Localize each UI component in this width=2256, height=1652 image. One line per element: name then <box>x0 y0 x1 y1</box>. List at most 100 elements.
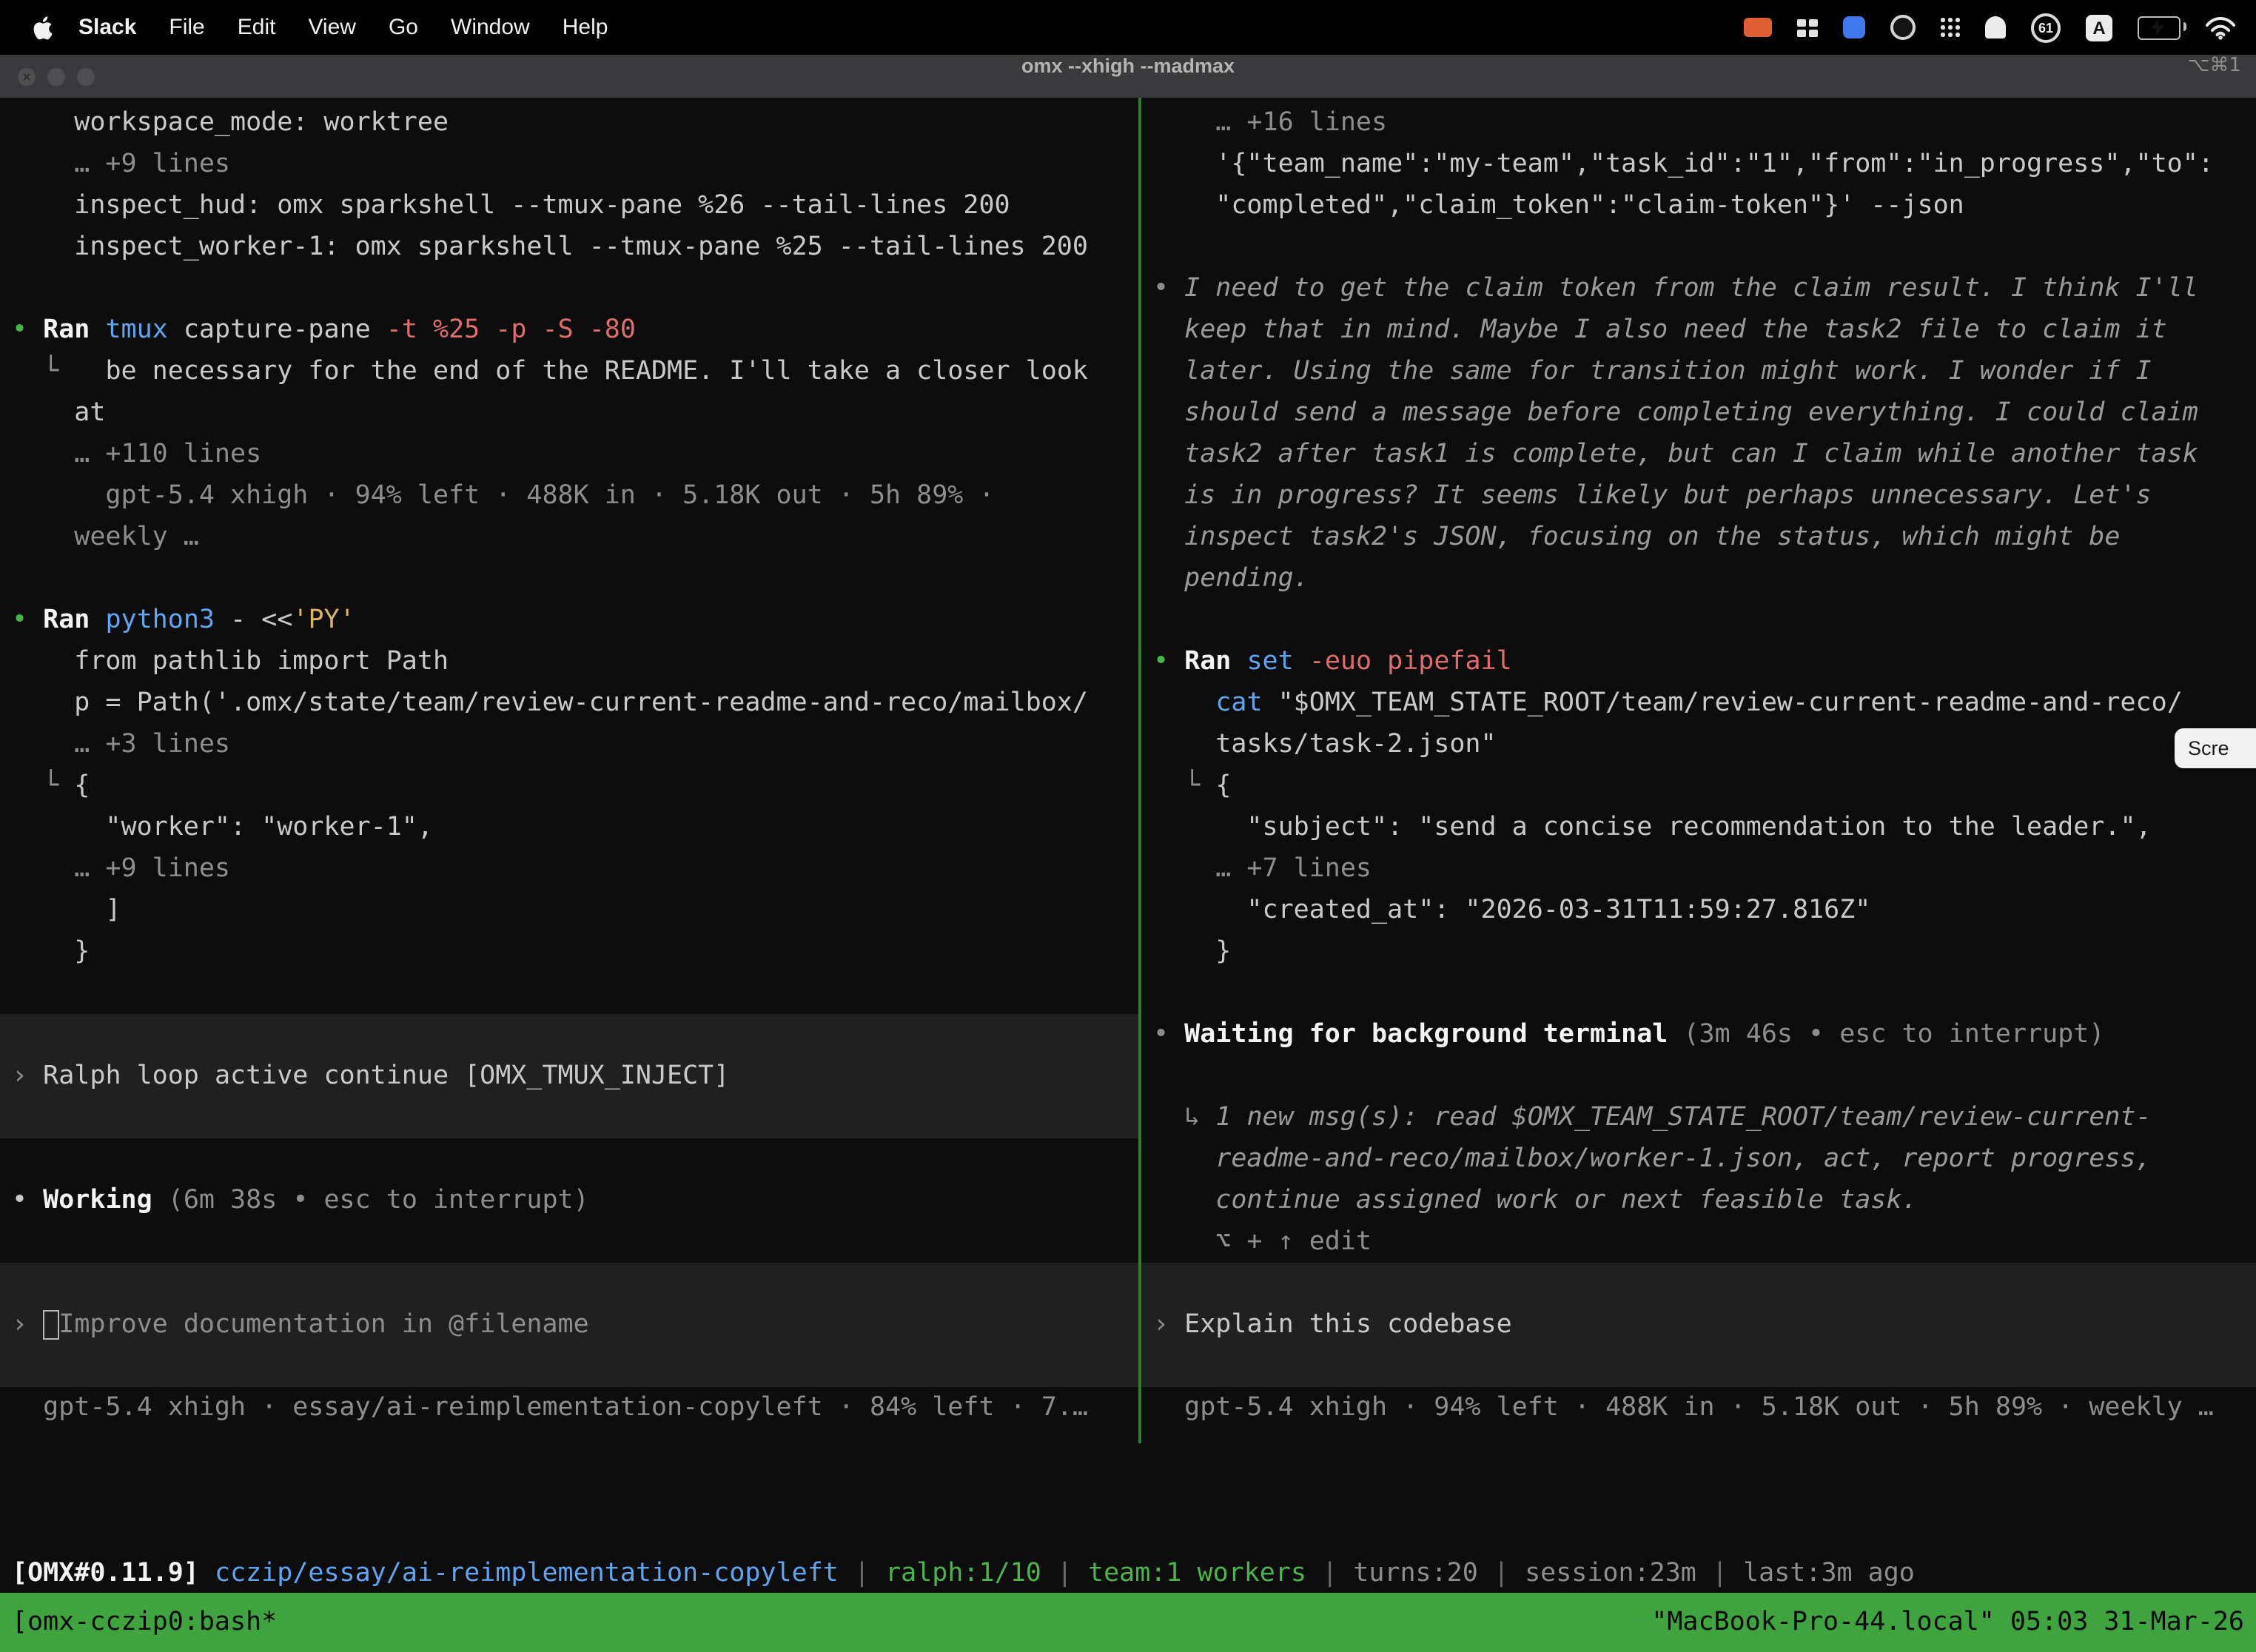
terminal-line: [OMX#0.11.9] cczip/essay/ai-reimplementa… <box>12 1553 2256 1593</box>
text-segment: Ran <box>43 315 105 345</box>
text-segment: set <box>1246 647 1293 676</box>
window-shortcut-hint: ⌥⌘1 <box>2187 55 2241 77</box>
menu-items: SlackFileEditViewGoWindowHelp <box>62 15 624 40</box>
window-title: omx --xhigh --madmax <box>0 55 2256 77</box>
terminal-line <box>0 1263 1138 1304</box>
menu-item-slack[interactable]: Slack <box>62 15 152 40</box>
text-segment: I need to get the claim token from the c… <box>1184 274 2198 303</box>
terminal-line: readme-and-reco/mailbox/worker-1.json, a… <box>1153 1138 2244 1180</box>
text-segment: Ran <box>43 605 105 635</box>
menu-bar-left: SlackFileEditViewGoWindowHelp <box>0 0 624 55</box>
text-segment: session:23m <box>1525 1559 1696 1588</box>
text-segment: (6m 38s • esc to interrupt) <box>152 1186 589 1215</box>
menu-item-view[interactable]: View <box>292 15 372 40</box>
terminal-line: cat "$OMX_TEAM_STATE_ROOT/team/review-cu… <box>1153 682 2244 724</box>
text-segment: Explain this codebase <box>1184 1310 1512 1340</box>
screen-recording-icon[interactable] <box>1744 18 1772 37</box>
terminal-line: ] <box>12 890 1127 931</box>
text-segment: from pathlib import Path <box>12 647 449 676</box>
terminal-line: at <box>12 392 1127 434</box>
terminal-line: "worker": "worker-1", <box>12 807 1127 848</box>
text-segment: inspect_worker-1: omx sparkshell --tmux-… <box>12 232 1088 262</box>
text-segment: cat <box>1215 688 1262 718</box>
text-segment: { <box>74 771 90 801</box>
dots-grid-icon[interactable] <box>1941 18 1960 37</box>
keyboard-input-icon[interactable]: A <box>2086 14 2112 41</box>
text-segment: last:3m ago <box>1743 1559 1915 1588</box>
terminal-line <box>1153 1055 2244 1097</box>
text-segment: weekly … <box>12 523 199 552</box>
battery-icon[interactable] <box>2138 16 2181 39</box>
terminal[interactable]: workspace_mode: worktree … +9 lines insp… <box>0 98 2256 1593</box>
terminal-line: keep that in mind. Maybe I also need the… <box>1153 309 2244 351</box>
text-segment: python3 <box>105 605 215 635</box>
menu-item-go[interactable]: Go <box>372 15 434 40</box>
terminal-line <box>12 268 1127 309</box>
terminal-line <box>1141 1346 2256 1387</box>
text-segment: "created_at": "2026-03-31T11:59:27.816Z" <box>1153 896 1870 925</box>
text-segment: Waiting for background terminal <box>1184 1020 1668 1050</box>
terminal-line: workspace_mode: worktree <box>12 102 1127 144</box>
text-segment: -euo pipefail <box>1294 647 1512 676</box>
blue-app-icon[interactable] <box>1843 16 1865 38</box>
wifi-icon[interactable] <box>2206 16 2235 39</box>
terminal-line <box>12 1221 1127 1263</box>
grid-icon[interactable] <box>1797 19 1818 36</box>
menu-item-help[interactable]: Help <box>546 15 625 40</box>
text-segment: | <box>1478 1559 1525 1588</box>
battery-percentage-icon[interactable]: 61 <box>2031 13 2061 42</box>
text-segment: be necessary for the end of the README. … <box>105 357 1088 386</box>
text-segment: └ <box>12 771 74 801</box>
terminal-line: weekly … <box>12 517 1127 558</box>
text-segment: should send a message before completing … <box>1153 398 2198 428</box>
terminal-line: └ { <box>12 765 1127 807</box>
text-segment: keep that in mind. Maybe I also need the… <box>1153 315 2167 345</box>
window-title-bar[interactable]: × omx --xhigh --madmax ⌥⌘1 <box>0 55 2256 99</box>
terminal-line: › Explain this codebase <box>1141 1304 2256 1346</box>
terminal-line: • Ran tmux capture-pane -t %25 -p -S -80 <box>12 309 1127 351</box>
text-segment: at <box>12 398 105 428</box>
menu-item-file[interactable]: File <box>152 15 221 40</box>
terminal-line <box>12 1138 1127 1180</box>
text-segment: continue assigned work or next feasible … <box>1153 1186 1918 1215</box>
text-segment: '{"team_name":"my-team","task_id":"1","f… <box>1153 150 2214 179</box>
terminal-line: "subject": "send a concise recommendatio… <box>1153 807 2244 848</box>
terminal-line: inspect_hud: omx sparkshell --tmux-pane … <box>12 185 1127 226</box>
menu-item-window[interactable]: Window <box>434 15 546 40</box>
text-segment: • <box>12 1186 43 1215</box>
left-pane-lines: workspace_mode: worktree … +9 lines insp… <box>12 102 1127 1428</box>
terminal-line: ⌥ + ↑ edit <box>1153 1221 2244 1263</box>
terminal-line <box>0 1346 1138 1387</box>
right-terminal-pane[interactable]: … +16 lines '{"team_name":"my-team","tas… <box>1141 98 2256 1460</box>
text-segment: › <box>12 1310 43 1340</box>
left-terminal-pane[interactable]: workspace_mode: worktree … +9 lines insp… <box>0 98 1138 1460</box>
camera-lens-icon[interactable] <box>1890 15 1916 40</box>
text-segment: … +7 lines <box>1153 854 1372 884</box>
text-segment: ] <box>12 896 121 925</box>
text-segment: "$OMX_TEAM_STATE_ROOT/team/review-curren… <box>1263 688 2183 718</box>
apple-menu-icon[interactable] <box>31 14 53 41</box>
text-segment: • <box>12 605 43 635</box>
text-segment: later. Using the same for transition mig… <box>1153 357 2152 386</box>
ghost-icon[interactable] <box>1985 16 2006 38</box>
text-segment: - << <box>215 605 292 635</box>
text-segment: › <box>1153 1310 1184 1340</box>
terminal-line: should send a message before completing … <box>1153 392 2244 434</box>
screenshot-popover[interactable]: Scre <box>2175 728 2256 768</box>
menu-item-edit[interactable]: Edit <box>221 15 292 40</box>
text-segment: └ <box>12 357 105 386</box>
menu-bar-status-icons: 61 A <box>1744 13 2256 42</box>
terminal-line: • I need to get the claim token from the… <box>1153 268 2244 309</box>
battery-percentage-value: 61 <box>2031 13 2061 42</box>
omx-status-segments: [OMX#0.11.9] cczip/essay/ai-reimplementa… <box>12 1553 2256 1593</box>
text-segment: (3m 46s • esc to interrupt) <box>1668 1020 2104 1050</box>
text-segment: inspect_hud: omx sparkshell --tmux-pane … <box>12 191 1010 221</box>
text-segment: cczip/essay/ai-reimplementation-copyleft <box>215 1559 839 1588</box>
omx-status-line: [OMX#0.11.9] cczip/essay/ai-reimplementa… <box>12 1470 2256 1593</box>
terminal-line: … +110 lines <box>12 434 1127 475</box>
text-segment: capture-pane <box>168 315 371 345</box>
text-segment: Working <box>43 1186 152 1215</box>
terminal-line <box>0 1014 1138 1055</box>
terminal-line: } <box>12 931 1127 973</box>
text-segment: ⌥ + ↑ edit <box>1153 1227 1372 1257</box>
